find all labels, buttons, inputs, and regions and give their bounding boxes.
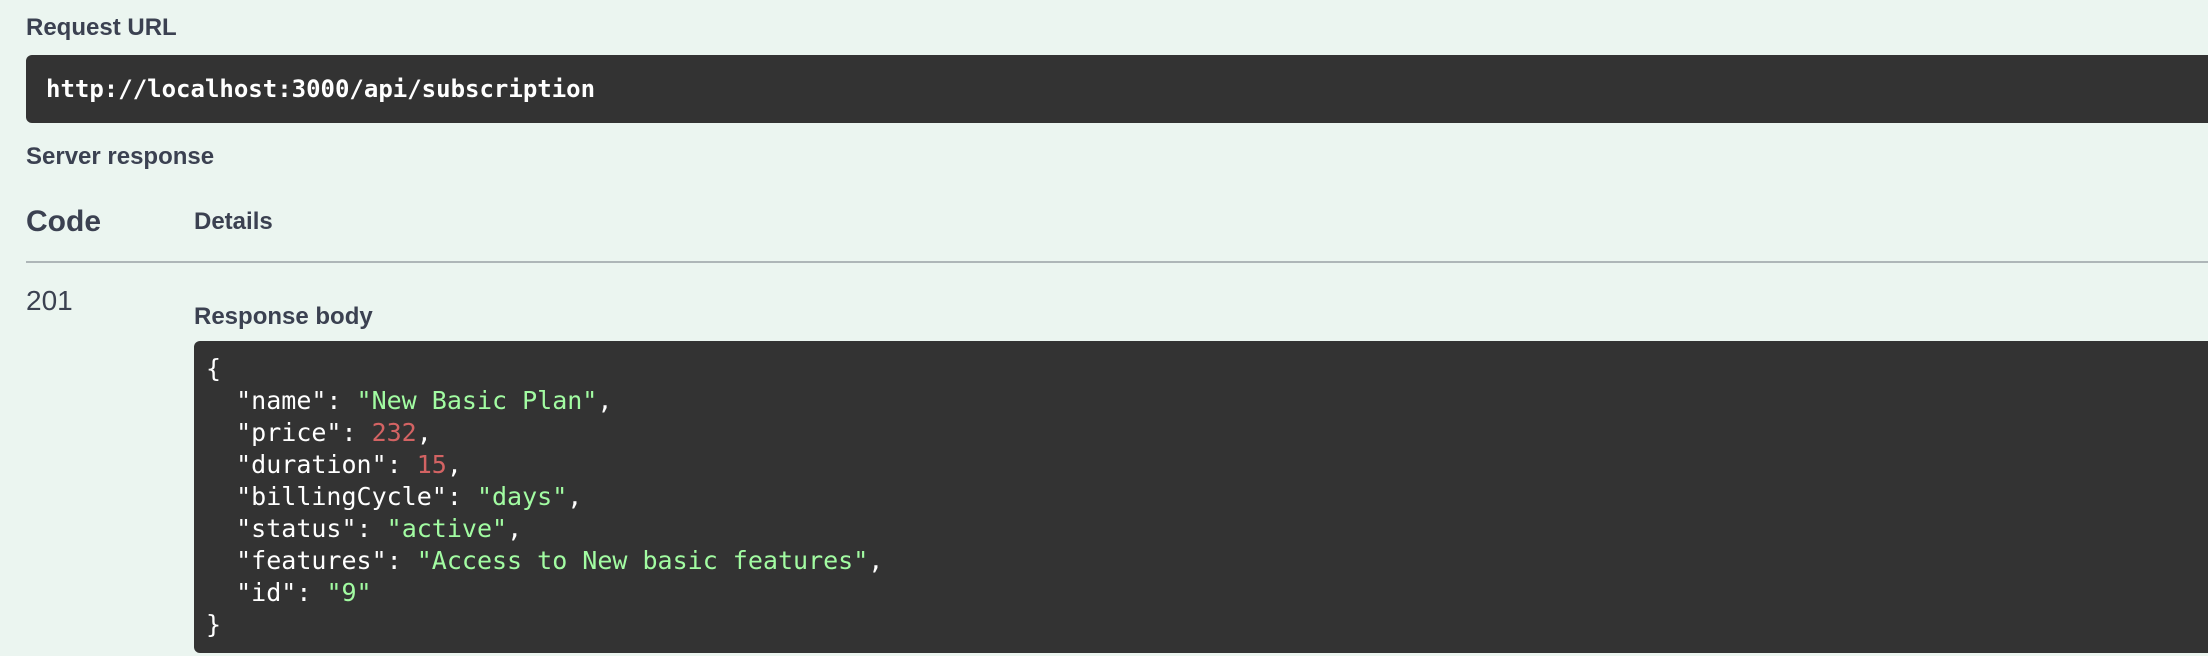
server-response-label: Server response [26, 143, 215, 170]
json-line-duration: "duration": 15, [236, 450, 462, 479]
json-line-billingcycle: "billingCycle": "days", [236, 482, 583, 511]
json-value: 15 [416, 450, 447, 479]
json-line-price: "price": 232, [236, 418, 432, 447]
request-url-label: Request URL [26, 14, 177, 41]
json-key: "status" [236, 514, 357, 543]
response-status-code: 201 [26, 285, 73, 316]
json-line-features: "features": "Access to New basic feature… [236, 546, 884, 575]
json-key: "id" [236, 578, 297, 607]
json-value: "days" [476, 482, 568, 511]
json-key: "duration" [236, 450, 387, 479]
json-value: "active" [386, 514, 508, 543]
response-body-code-block[interactable]: { "name": "New Basic Plan", "price": 232… [194, 341, 2208, 653]
open-brace: { [206, 354, 222, 383]
details-column-header: Details [194, 208, 273, 235]
json-close-brace: } [206, 609, 2208, 641]
response-body-label: Response body [194, 303, 373, 330]
request-url-box[interactable]: http://localhost:3000/api/subscription [26, 55, 2208, 123]
json-key: "billingCycle" [236, 482, 447, 511]
json-line-id: "id": "9" [236, 578, 372, 607]
json-line-name: "name": "New Basic Plan", [236, 386, 613, 415]
table-divider [26, 261, 2208, 263]
json-key: "price" [236, 418, 342, 447]
json-value: 232 [371, 418, 417, 447]
json-open-brace: { [206, 353, 2208, 385]
code-column-header: Code [26, 205, 101, 238]
json-value: "Access to New basic features" [416, 546, 869, 575]
json-line-status: "status": "active", [236, 514, 523, 543]
request-url-value[interactable]: http://localhost:3000/api/subscription [46, 75, 595, 103]
close-brace: } [206, 610, 222, 639]
json-key: "features" [236, 546, 387, 575]
json-value: "9" [326, 578, 372, 607]
json-key: "name" [236, 386, 327, 415]
json-value: "New Basic Plan" [356, 386, 598, 415]
